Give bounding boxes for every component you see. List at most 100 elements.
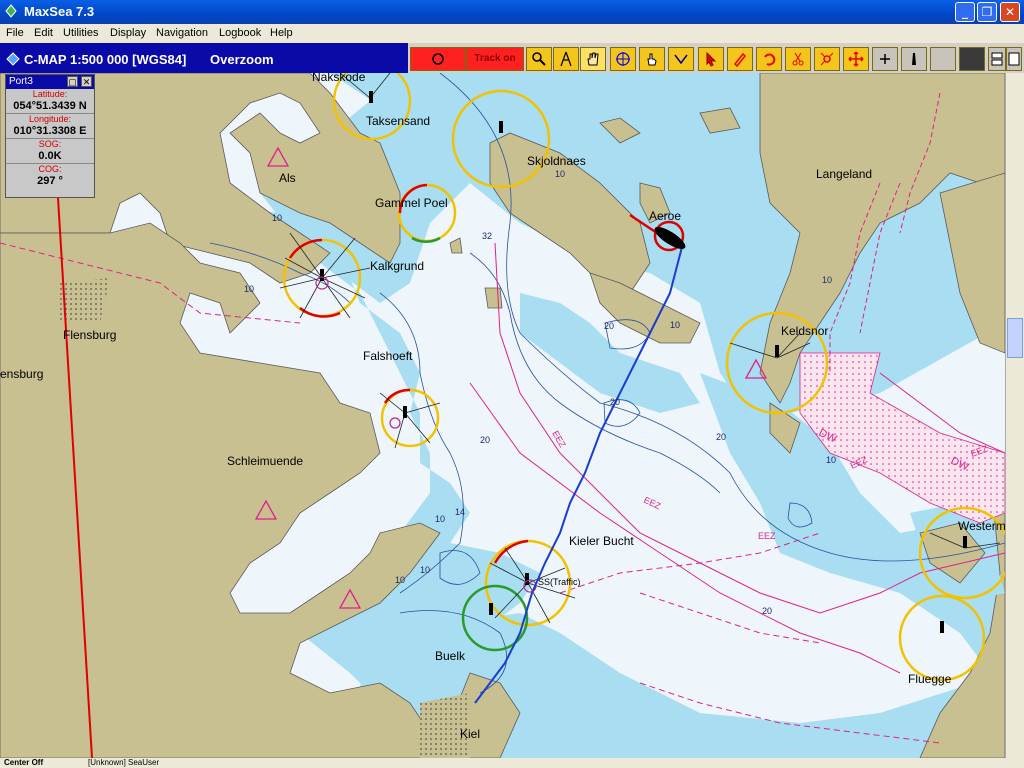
hand-pointer-icon [647, 53, 657, 66]
label-buelk: Buelk [435, 649, 466, 663]
label-falshoeft: Falshoeft [363, 349, 413, 363]
scrollbar-thumb[interactable] [1007, 318, 1023, 358]
chart-bar: C-MAP 1:500 000 [WGS84] Overzoom [0, 43, 408, 73]
status-bar: Center Off [Unknown] SeaUser [0, 758, 1024, 768]
traffic-label: SS(Traffic) [538, 577, 581, 587]
svg-text:10: 10 [555, 169, 565, 179]
position-panel: Port3 ▢ ✕ Latitude: 054°51.3439 N Longit… [5, 74, 95, 198]
title-bar: MaxSea 7.3 _ ❐ ✕ [0, 0, 1024, 24]
hand-icon [587, 52, 599, 66]
sog-value: 0.0K [6, 150, 94, 164]
svg-text:20: 20 [480, 435, 490, 445]
pan-button[interactable] [580, 47, 606, 71]
move-icon [848, 51, 864, 67]
lighthouse-icon [912, 53, 916, 65]
menu-edit[interactable]: Edit [34, 27, 53, 39]
record-icon [432, 53, 444, 65]
svg-text:20: 20 [604, 321, 614, 331]
waypoints-button[interactable] [814, 47, 840, 71]
vertical-scrollbar[interactable] [1005, 73, 1024, 758]
menu-utilities[interactable]: Utilities [63, 27, 98, 39]
close-button[interactable]: ✕ [1000, 2, 1020, 22]
pen-button[interactable] [727, 47, 753, 71]
label-schleimuende: Schleimuende [227, 454, 303, 468]
svg-text:10: 10 [826, 455, 836, 465]
pen-icon [733, 52, 747, 68]
plus-icon [880, 54, 890, 64]
track-on-button[interactable]: Track on [466, 47, 524, 71]
menu-bar: File Edit Utilities Display Navigation L… [0, 24, 1024, 43]
crosshair-icon [616, 52, 630, 66]
layers-button[interactable] [988, 47, 1006, 71]
obstruction-area-south [420, 693, 470, 758]
lighthouse-button[interactable] [901, 47, 927, 71]
svg-text:10: 10 [272, 213, 282, 223]
arrow-cursor-icon [706, 51, 717, 67]
menu-help[interactable]: Help [270, 27, 293, 39]
route-button[interactable] [668, 47, 694, 71]
label-taksensand: Taksensand [366, 114, 430, 128]
chart-scale: C-MAP 1:500 000 [WGS84] [24, 52, 187, 67]
record-button[interactable] [410, 47, 466, 71]
label-westerm: Westerm [958, 519, 1005, 533]
window-title: MaxSea 7.3 [24, 4, 95, 19]
label-nakskode: Nakskode [312, 73, 366, 84]
zoom-button[interactable] [526, 47, 552, 71]
svg-text:10: 10 [420, 565, 430, 575]
center-status[interactable]: Center Off [4, 758, 43, 767]
label-fluegge: Fluegge [908, 672, 952, 686]
svg-text:10: 10 [670, 320, 680, 330]
svg-text:32: 32 [482, 231, 492, 241]
menu-file[interactable]: File [6, 27, 24, 39]
svg-text:20: 20 [610, 397, 620, 407]
panel-header: Port3 ▢ ✕ [6, 75, 94, 89]
undo-button[interactable] [756, 47, 782, 71]
sog-label: SOG: [38, 139, 62, 149]
longitude-label: Longitude: [28, 114, 72, 124]
night-mode-button[interactable] [959, 47, 985, 71]
menu-navigation[interactable]: Navigation [156, 27, 208, 39]
options-button[interactable] [1006, 47, 1022, 71]
chart-map[interactable]: Nakskode Taksensand Als Skjoldnaes Lange… [0, 73, 1005, 758]
menu-display[interactable]: Display [110, 27, 146, 39]
magnifier-icon [532, 52, 546, 66]
options-icon [1008, 52, 1020, 66]
restore-button[interactable]: ❐ [977, 2, 997, 22]
label-als: Als [279, 171, 296, 185]
select-button[interactable] [698, 47, 724, 71]
svg-text:10: 10 [435, 514, 445, 524]
label-kieler-bucht: Kieler Bucht [569, 534, 634, 548]
latitude-label: Latitude: [32, 89, 68, 99]
cog-value: 297 ° [37, 175, 63, 187]
label-gammel-poel: Gammel Poel [375, 196, 448, 210]
label-keldsnor: Keldsnor [781, 324, 828, 338]
grab-button[interactable] [639, 47, 665, 71]
plus-button[interactable] [872, 47, 898, 71]
svg-text:20: 20 [716, 432, 726, 442]
menu-logbook[interactable]: Logbook [219, 27, 261, 39]
cut-button[interactable] [785, 47, 811, 71]
waypoints-icon [820, 52, 834, 66]
longitude-value: 010°31.3308 E [6, 125, 94, 139]
label-flensburg: Flensburg [63, 328, 116, 342]
user-status: [Unknown] SeaUser [88, 758, 160, 767]
panel-maximize-button[interactable]: ▢ [67, 76, 78, 87]
svg-text:10: 10 [244, 284, 254, 294]
label-kiel: Kiel [460, 727, 480, 741]
route-icon [674, 54, 688, 65]
panel-title: Port3 [9, 76, 33, 87]
app-icon [5, 4, 17, 18]
compass-button[interactable] [553, 47, 579, 71]
minimize-button[interactable]: _ [955, 2, 975, 22]
panel-close-button[interactable]: ✕ [81, 76, 92, 87]
label-aeroe: Aeroe [649, 209, 681, 223]
cog-label: COG: [38, 164, 62, 174]
svg-text:10: 10 [822, 275, 832, 285]
blank-button[interactable] [930, 47, 956, 71]
svg-text:20: 20 [762, 606, 772, 616]
move-button[interactable] [843, 47, 869, 71]
center-button[interactable] [610, 47, 636, 71]
svg-text:EEZ: EEZ [758, 531, 776, 541]
layers-icon [991, 52, 1003, 66]
svg-text:10: 10 [395, 575, 405, 585]
